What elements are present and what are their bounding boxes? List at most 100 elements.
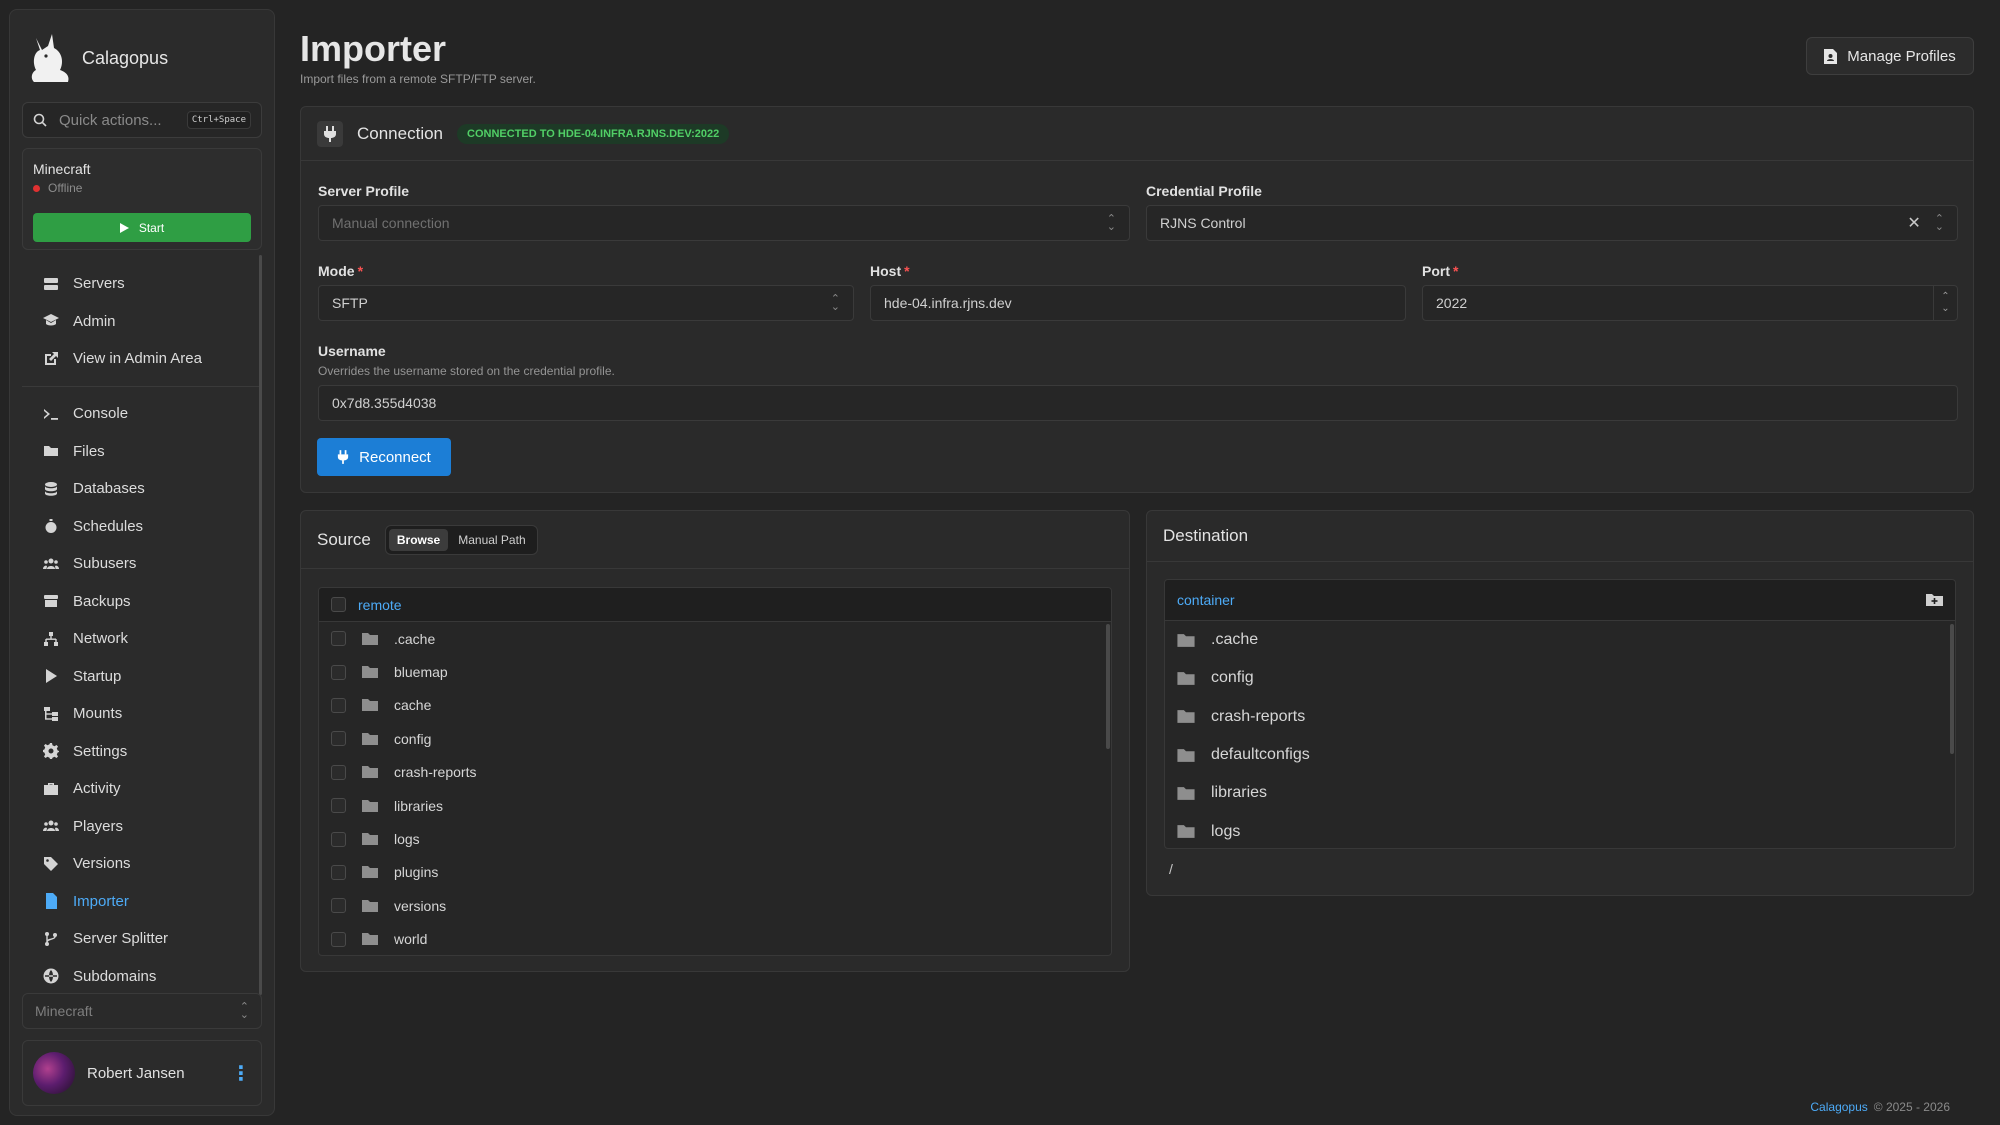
source-tree-header: remote (319, 588, 1111, 622)
tab-manual-path[interactable]: Manual Path (450, 529, 533, 551)
nav-label: Startup (73, 667, 122, 685)
list-item[interactable]: logs (1165, 812, 1955, 848)
file-name: plugins (394, 864, 439, 881)
nav-item-servers[interactable]: Servers (22, 265, 262, 303)
nav-item-mounts[interactable]: Mounts (22, 695, 262, 733)
destination-tree-header: container (1165, 580, 1955, 621)
nav-item-importer[interactable]: Importer (22, 883, 262, 921)
row-checkbox[interactable] (331, 931, 346, 947)
list-item[interactable]: libraries (1165, 774, 1955, 812)
reconnect-button[interactable]: Reconnect (317, 438, 451, 476)
nav-item-view-in-admin-area[interactable]: View in Admin Area (22, 340, 262, 378)
row-checkbox[interactable] (331, 898, 346, 914)
chevron-updown-icon: ⌃ ⌄ (1106, 213, 1116, 233)
row-checkbox[interactable] (331, 764, 346, 780)
select-all-checkbox[interactable] (331, 597, 346, 612)
host-input[interactable]: hde-04.infra.rjns.dev (870, 285, 1406, 321)
row-checkbox[interactable] (331, 798, 346, 814)
row-checkbox[interactable] (331, 697, 346, 713)
manage-profiles-button[interactable]: Manage Profiles (1806, 37, 1974, 75)
kebab-menu-icon[interactable]: ⋮ (231, 1061, 251, 1086)
nav-main: Console Files Databases Schedules Subuse… (22, 395, 262, 995)
username-label: Username (318, 343, 386, 359)
list-item[interactable]: world (319, 923, 1111, 955)
list-item[interactable]: .cache (1165, 621, 1955, 659)
tab-browse[interactable]: Browse (388, 528, 449, 551)
mode-select[interactable]: SFTP ⌃ ⌄ (318, 285, 854, 321)
clear-icon[interactable]: ✕ (1907, 213, 1920, 233)
user-card[interactable]: Robert Jansen ⋮ (22, 1040, 262, 1106)
nav-item-schedules[interactable]: Schedules (22, 508, 262, 546)
username-input[interactable]: 0x7d8.355d4038 (318, 385, 1958, 421)
sidebar-scrollbar[interactable] (259, 255, 262, 995)
profile-file-icon (1824, 48, 1838, 64)
nav-item-console[interactable]: Console (22, 395, 262, 433)
folder-icon (362, 799, 378, 812)
folder-icon (362, 866, 378, 879)
nav-label: Network (73, 630, 129, 648)
source-title: Source (317, 529, 371, 549)
chevron-updown-icon: ⌃ ⌄ (830, 293, 840, 313)
row-checkbox[interactable] (331, 864, 346, 880)
nav-item-settings[interactable]: Settings (22, 733, 262, 771)
server-profile-select[interactable]: Manual connection ⌃ ⌄ (318, 205, 1130, 241)
list-item[interactable]: config (1165, 659, 1955, 697)
destination-scrollbar[interactable] (1950, 624, 1954, 754)
list-item[interactable]: bluemap (319, 655, 1111, 688)
nav-item-players[interactable]: Players (22, 808, 262, 846)
brand[interactable]: Calagopus (28, 32, 168, 84)
nav-item-network[interactable]: Network (22, 620, 262, 658)
nav-label: Backups (73, 592, 131, 610)
tag-icon (44, 856, 58, 871)
sidebar: Calagopus Quick actions... Ctrl+Space Mi… (9, 9, 275, 1116)
list-item[interactable]: cache (319, 689, 1111, 722)
row-checkbox[interactable] (331, 731, 346, 747)
footer-brand-link[interactable]: Calagopus (1810, 1100, 1867, 1114)
source-scrollbar[interactable] (1106, 624, 1110, 749)
port-input[interactable]: 2022 ⌃ ⌄ (1422, 285, 1958, 321)
list-item[interactable]: libraries (319, 789, 1111, 822)
nav-item-databases[interactable]: Databases (22, 470, 262, 508)
nav-label: Admin (73, 312, 116, 330)
list-item[interactable]: versions (319, 889, 1111, 922)
file-name: config (394, 730, 432, 747)
server-select-value: Minecraft (35, 1003, 93, 1019)
file-import-icon (46, 893, 57, 910)
credential-profile-select[interactable]: RJNS Control ✕ ⌃ ⌄ (1146, 205, 1958, 241)
list-item[interactable]: crash-reports (319, 756, 1111, 789)
list-item[interactable]: .cache (319, 622, 1111, 655)
row-checkbox[interactable] (331, 831, 346, 847)
source-root-breadcrumb[interactable]: remote (358, 597, 402, 613)
list-item[interactable]: config (319, 722, 1111, 755)
status-label: Offline (48, 181, 83, 195)
nav-item-server-splitter[interactable]: Server Splitter (22, 920, 262, 958)
list-item[interactable]: crash-reports (1165, 698, 1955, 736)
folder-icon (362, 732, 378, 745)
footer: Calagopus © 2025 - 2026 (1810, 1100, 1950, 1114)
start-button[interactable]: Start (33, 213, 251, 242)
list-item[interactable]: plugins (319, 856, 1111, 889)
list-item[interactable]: defaultconfigs (1165, 736, 1955, 774)
nav-item-versions[interactable]: Versions (22, 845, 262, 883)
nav-item-backups[interactable]: Backups (22, 583, 262, 621)
list-item[interactable]: logs (319, 822, 1111, 855)
nav-item-activity[interactable]: Activity (22, 770, 262, 808)
new-folder-icon[interactable] (1926, 593, 1943, 607)
source-header: Source Browse Manual Path (301, 511, 1129, 569)
server-select[interactable]: Minecraft ⌃ ⌄ (22, 993, 262, 1029)
nav-item-subusers[interactable]: Subusers (22, 545, 262, 583)
row-checkbox[interactable] (331, 664, 346, 680)
database-icon (45, 481, 57, 496)
server-profile-placeholder: Manual connection (332, 215, 450, 231)
destination-root-breadcrumb[interactable]: container (1177, 592, 1235, 608)
nav-item-subdomains[interactable]: Subdomains (22, 958, 262, 996)
nav-top: Servers Admin View in Admin Area (22, 265, 262, 378)
nav-item-admin[interactable]: Admin (22, 303, 262, 341)
nav-item-startup[interactable]: Startup (22, 658, 262, 696)
nav-item-files[interactable]: Files (22, 433, 262, 471)
folder-icon (1177, 672, 1195, 685)
port-stepper[interactable]: ⌃ ⌄ (1933, 286, 1957, 320)
row-checkbox[interactable] (331, 631, 346, 647)
mode-label: Mode * (318, 263, 364, 279)
quick-actions-search[interactable]: Quick actions... Ctrl+Space (22, 102, 262, 138)
